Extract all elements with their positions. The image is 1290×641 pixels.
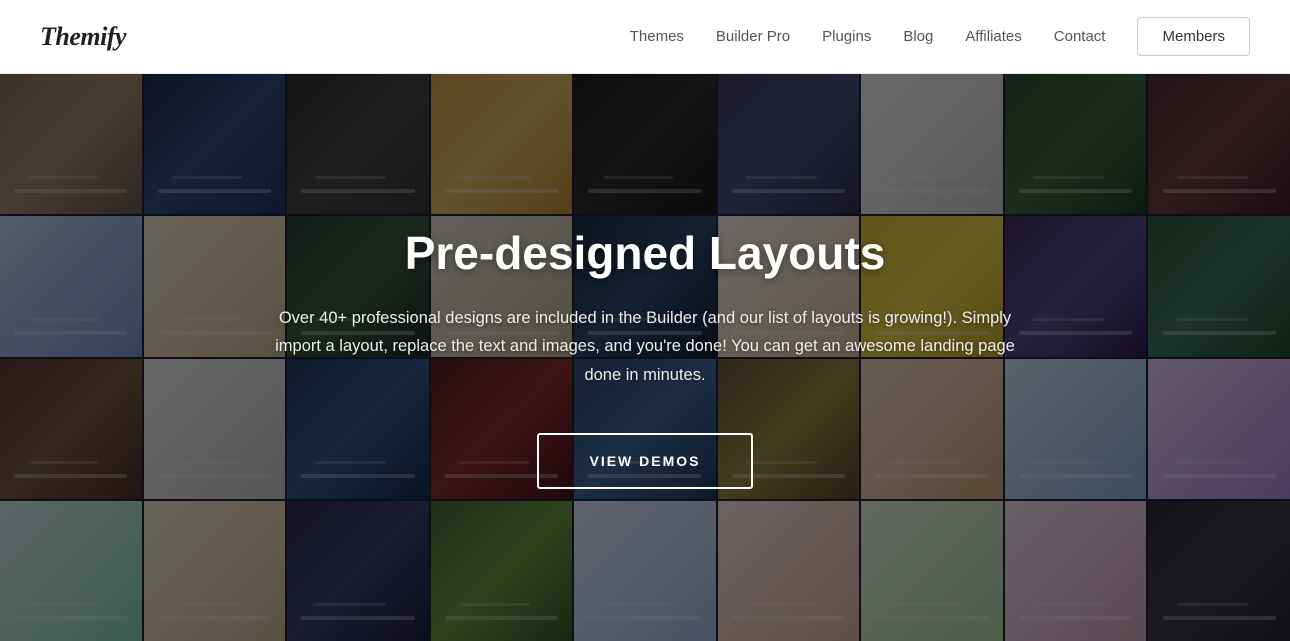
nav-blog[interactable]: Blog: [903, 28, 933, 45]
site-logo[interactable]: Themify: [40, 22, 126, 52]
nav-affiliates[interactable]: Affiliates: [965, 28, 1021, 45]
nav-contact[interactable]: Contact: [1054, 28, 1106, 45]
nav-builder-pro[interactable]: Builder Pro: [716, 28, 790, 45]
view-demos-button[interactable]: VIEW DEMOS: [537, 433, 752, 489]
nav-themes[interactable]: Themes: [630, 28, 684, 45]
nav-plugins[interactable]: Plugins: [822, 28, 871, 45]
main-nav: Themes Builder Pro Plugins Blog Affiliat…: [630, 17, 1250, 56]
members-button[interactable]: Members: [1137, 17, 1250, 56]
hero-title: Pre-designed Layouts: [405, 226, 886, 280]
hero-section: Pre-designed Layouts Over 40+ profession…: [0, 74, 1290, 641]
hero-subtitle: Over 40+ professional designs are includ…: [265, 304, 1025, 388]
hero-content: Pre-designed Layouts Over 40+ profession…: [0, 74, 1290, 641]
site-header: Themify Themes Builder Pro Plugins Blog …: [0, 0, 1290, 74]
